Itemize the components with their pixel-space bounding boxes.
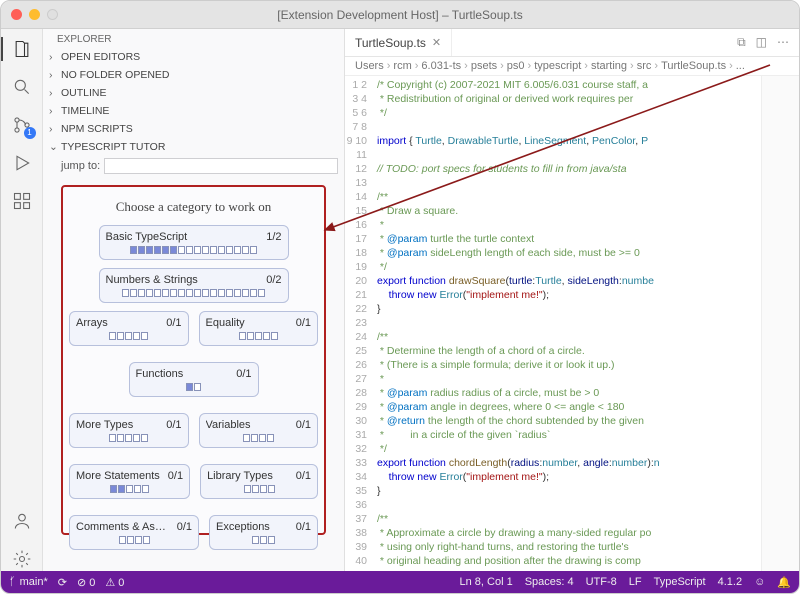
gear-icon[interactable] xyxy=(10,547,34,571)
editor-group: TurtleSoup.ts ✕ ⧉ ◫ ⋯ Users›rcm›6.031-ts… xyxy=(345,29,799,571)
category-exceptions[interactable]: Exceptions0/1 xyxy=(209,515,318,550)
category-more-types[interactable]: More Types0/1 xyxy=(69,413,189,448)
more-icon[interactable]: ⋯ xyxy=(777,35,789,50)
window-controls[interactable] xyxy=(11,9,58,20)
jump-label: jump to: xyxy=(61,160,100,172)
category-equality[interactable]: Equality0/1 xyxy=(199,311,319,346)
category-variables[interactable]: Variables0/1 xyxy=(199,413,319,448)
status-eol[interactable]: LF xyxy=(629,576,642,589)
explorer-title: EXPLORER xyxy=(43,29,344,48)
category-comments-assertions[interactable]: Comments & Assertions0/1 xyxy=(69,515,199,550)
status-branch[interactable]: ᚶ main* xyxy=(9,576,48,588)
titlebar: [Extension Development Host] – TurtleSou… xyxy=(1,1,799,29)
status-bar: ᚶ main* ⟳ ⊘ 0 ⚠ 0 Ln 8, Col 1 Spaces: 4 … xyxy=(1,571,799,593)
status-position[interactable]: Ln 8, Col 1 xyxy=(459,576,512,589)
status-language[interactable]: TypeScript xyxy=(654,576,706,589)
minimap[interactable] xyxy=(761,76,799,571)
compare-icon[interactable]: ⧉ xyxy=(737,35,746,50)
code-lines[interactable]: /* Copyright (c) 2007-2021 MIT 6.005/6.0… xyxy=(373,76,761,571)
category-functions[interactable]: Functions0/1 xyxy=(129,362,259,397)
minimize-window-icon[interactable] xyxy=(29,9,40,20)
breadcrumb[interactable]: Users›rcm›6.031-ts›psets›ps0›typescript›… xyxy=(345,57,799,76)
category-arrays[interactable]: Arrays0/1 xyxy=(69,311,189,346)
tutor-categories: Choose a category to work on Basic TypeS… xyxy=(61,185,326,535)
section-timeline[interactable]: ›TIMELINE xyxy=(43,102,344,120)
close-window-icon[interactable] xyxy=(11,9,22,20)
activity-bar: 1 xyxy=(1,29,43,571)
status-feedback-icon[interactable]: ☺ xyxy=(754,576,765,589)
tab-label: TurtleSoup.ts xyxy=(355,36,426,50)
status-errors[interactable]: ⊘ 0 xyxy=(77,576,95,589)
window-title: [Extension Development Host] – TurtleSou… xyxy=(277,8,522,22)
section-typescript-tutor[interactable]: ⌄TYPESCRIPT TUTOR xyxy=(43,138,344,156)
editor-tabs: TurtleSoup.ts ✕ ⧉ ◫ ⋯ xyxy=(345,29,799,57)
category-more-statements[interactable]: More Statements0/1 xyxy=(69,464,190,499)
maximize-window-icon[interactable] xyxy=(47,9,58,20)
status-encoding[interactable]: UTF-8 xyxy=(586,576,617,589)
category-numbers-strings[interactable]: Numbers & Strings0/2 xyxy=(99,268,289,303)
status-version[interactable]: 4.1.2 xyxy=(718,576,742,589)
category-library-types[interactable]: Library Types0/1 xyxy=(200,464,318,499)
section-no-folder-opened[interactable]: ›NO FOLDER OPENED xyxy=(43,66,344,84)
explorer-panel: EXPLORER ›OPEN EDITORS›NO FOLDER OPENED›… xyxy=(43,29,345,571)
status-bell-icon[interactable]: 🔔 xyxy=(777,576,791,589)
explorer-icon[interactable] xyxy=(10,37,34,61)
source-control-icon[interactable]: 1 xyxy=(10,113,34,137)
category-basic-typescript[interactable]: Basic TypeScript1/2 xyxy=(99,225,289,260)
status-warnings[interactable]: ⚠ 0 xyxy=(105,576,124,589)
status-sync[interactable]: ⟳ xyxy=(58,576,67,589)
scm-badge: 1 xyxy=(24,127,36,139)
tutor-heading: Choose a category to work on xyxy=(69,199,318,215)
run-debug-icon[interactable] xyxy=(10,151,34,175)
section-npm-scripts[interactable]: ›NPM SCRIPTS xyxy=(43,120,344,138)
section-open-editors[interactable]: ›OPEN EDITORS xyxy=(43,48,344,66)
code-editor[interactable]: 1 2 3 4 5 6 7 8 9 10 11 12 13 14 15 16 1… xyxy=(345,76,799,571)
tab-turtlesoup[interactable]: TurtleSoup.ts ✕ xyxy=(345,29,452,56)
search-icon[interactable] xyxy=(10,75,34,99)
section-outline[interactable]: ›OUTLINE xyxy=(43,84,344,102)
jump-to-row: jump to: xyxy=(43,156,344,177)
line-gutter: 1 2 3 4 5 6 7 8 9 10 11 12 13 14 15 16 1… xyxy=(345,76,373,571)
close-tab-icon[interactable]: ✕ xyxy=(432,36,441,49)
split-editor-icon[interactable]: ◫ xyxy=(756,35,767,50)
status-spaces[interactable]: Spaces: 4 xyxy=(525,576,574,589)
jump-input[interactable] xyxy=(104,158,338,174)
account-icon[interactable] xyxy=(10,509,34,533)
extensions-icon[interactable] xyxy=(10,189,34,213)
